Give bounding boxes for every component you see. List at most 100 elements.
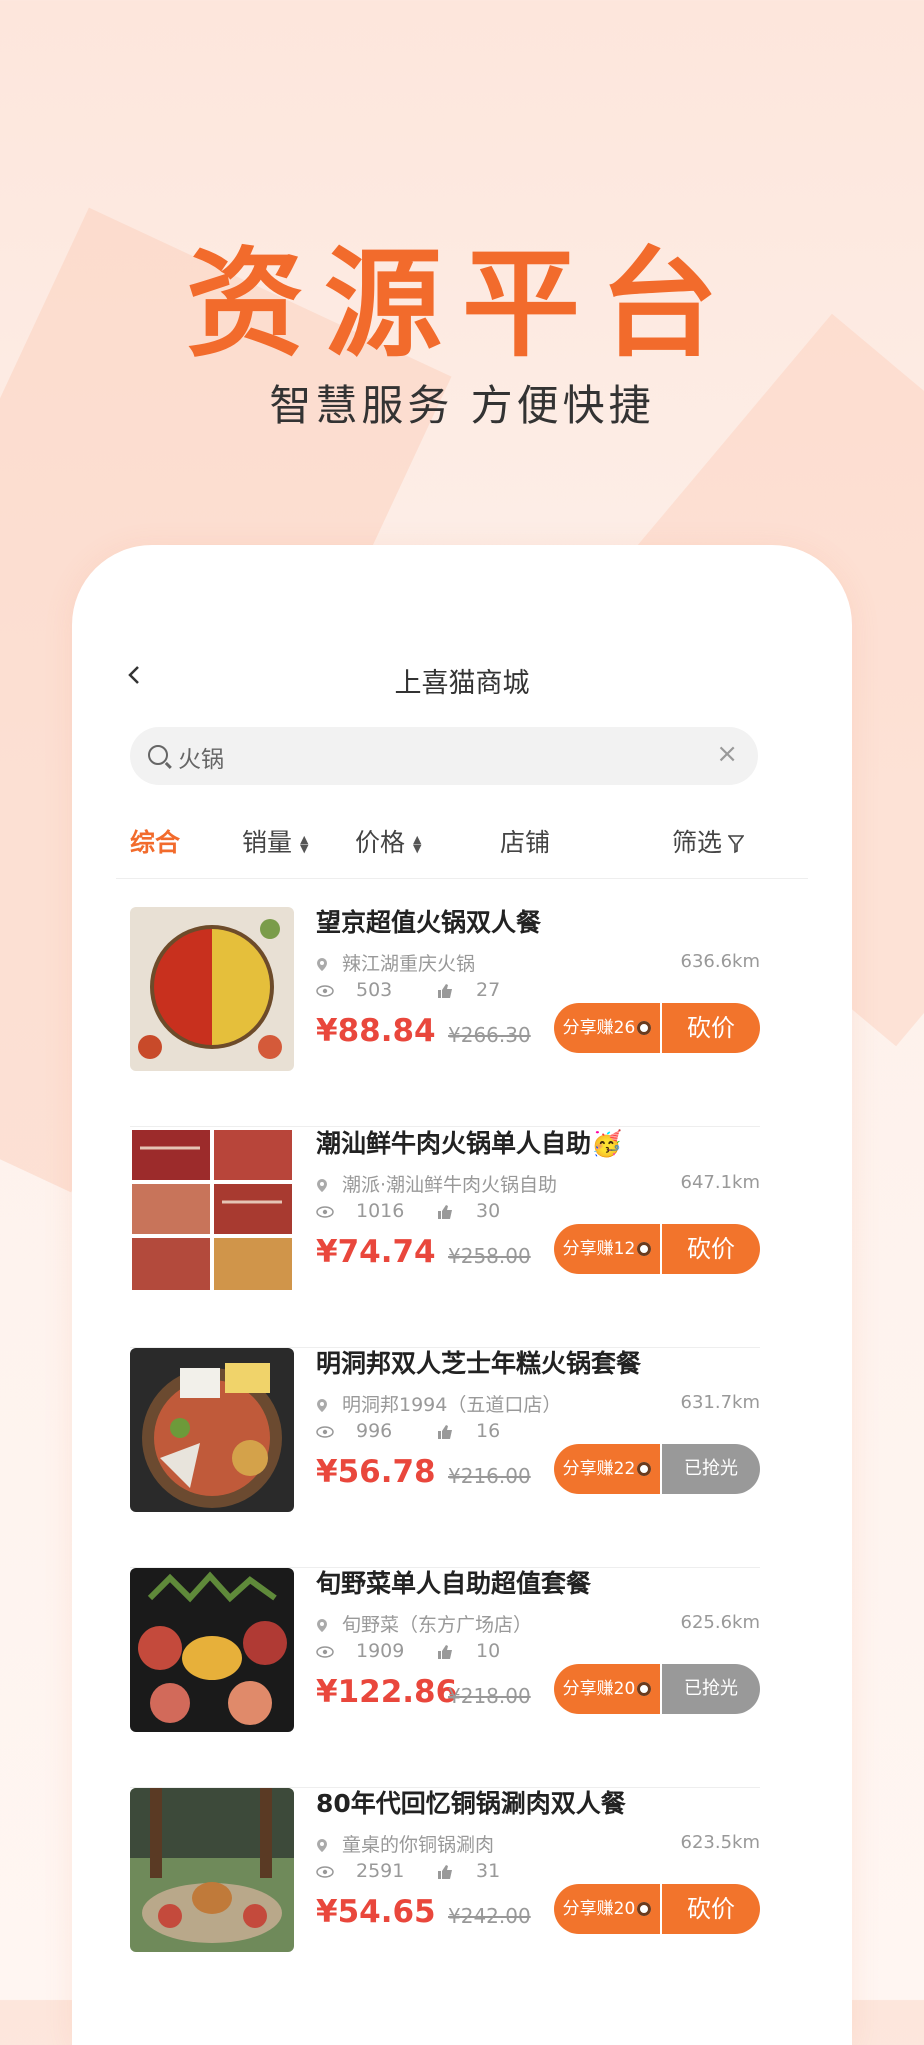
product-name: 明洞邦双人芝士年糕火锅套餐 [316,1349,642,1378]
page-title: 上喜猫商城 [394,668,530,699]
stats-row: 1909 10 [316,1640,500,1662]
share-earn-button[interactable]: 分享赚22 [554,1444,660,1494]
original-price: ¥218.00 [448,1684,531,1708]
shop-row: 明洞邦1994（五道口店） [316,1390,561,1417]
distance: 623.5km [680,1832,761,1853]
action-buttons: 分享赚20 砍价 [554,1884,760,1934]
location-pin-icon [317,1398,327,1412]
shop-row: 旬野菜（东方广场店） [316,1610,532,1637]
like-count: 10 [476,1640,501,1662]
thumbs-up-icon [438,1644,452,1659]
distance: 625.6km [680,1612,761,1633]
buffet-image [130,1568,294,1732]
product-item[interactable]: 80年代回忆铜锅涮肉双人餐 童桌的你铜锅涮肉 623.5km 2591 31 ¥5… [130,1788,760,2008]
product-image [130,1788,294,1952]
product-image [130,1348,294,1512]
coin-icon [637,1242,652,1256]
price: ¥88.84 [316,1013,436,1049]
shop-name: 童桌的你铜锅涮肉 [342,1834,495,1856]
thumbs-up-icon [438,983,452,998]
product-name: 潮汕鲜牛肉火锅单人自助🥳 [316,1129,623,1158]
phone-screen-card: 上喜猫商城 火锅 × 综合 销量 ▲ ▼ 价格 ▲ ▼ 店铺 筛选 望京超值火锅双人餐 … [72,545,852,2045]
location-pin-icon [317,957,327,971]
product-item[interactable]: 旬野菜单人自助超值套餐 旬野菜（东方广场店） 625.6km 1909 10 ¥1… [130,1568,760,1788]
bargain-button[interactable]: 砍价 [662,1224,760,1274]
location-pin-icon [317,1618,327,1632]
action-buttons: 分享赚22 已抢光 [554,1444,760,1494]
coin-icon [637,1462,652,1476]
action-buttons: 分享赚20 已抢光 [554,1664,760,1714]
share-earn-button[interactable]: 分享赚20 [554,1664,660,1714]
coin-icon [637,1682,652,1696]
hero-subtitle: 智慧服务 方便快捷 [269,381,655,430]
eye-icon [316,984,334,997]
search-input[interactable]: 火锅 [178,740,224,774]
divider [116,878,808,879]
stats-row: 1016 30 [316,1200,500,1222]
share-earn-button[interactable]: 分享赚26 [554,1003,660,1053]
search-bar[interactable]: 火锅 × [130,727,758,785]
product-item[interactable]: 望京超值火锅双人餐 辣江湖重庆火锅 636.6km 503 27 ¥88.84 ¥… [130,907,760,1127]
filter-sales[interactable]: 销量 ▲ ▼ [242,823,308,859]
filter-store[interactable]: 店铺 [500,823,550,859]
sort-arrows-icon: ▲ ▼ [300,833,309,855]
price: ¥122.86 [316,1674,458,1710]
sort-arrows-icon: ▲ ▼ [413,833,422,855]
bargain-button[interactable]: 砍价 [662,1003,760,1053]
product-item[interactable]: 潮汕鲜牛肉火锅单人自助🥳 潮派·潮汕鲜牛肉火锅自助 647.1km 1016 30… [130,1128,760,1348]
sold-out-button[interactable]: 已抢光 [662,1664,760,1714]
eye-icon [316,1425,334,1438]
like-count: 16 [476,1420,501,1442]
stats-row: 2591 31 [316,1860,500,1882]
distance: 636.6km [680,951,761,972]
view-count: 1016 [356,1200,405,1222]
shop-row: 童桌的你铜锅涮肉 [316,1830,494,1857]
hotpot-image [130,907,294,1071]
sold-out-button[interactable]: 已抢光 [662,1444,760,1494]
filter-screen[interactable]: 筛选 [672,823,745,859]
cheese-hotpot-image [130,1348,294,1512]
thumbs-up-icon [438,1204,452,1219]
original-price: ¥258.00 [448,1244,531,1268]
nav-bar: 上喜猫商城 [72,655,852,715]
coin-icon [637,1021,652,1035]
distance: 647.1km [680,1172,761,1193]
distance: 631.7km [680,1392,761,1413]
shop-name: 潮派·潮汕鲜牛肉火锅自助 [342,1174,558,1196]
beef-platter-image [130,1128,294,1292]
view-count: 1909 [356,1640,405,1662]
copper-pot-image [130,1788,294,1952]
original-price: ¥266.30 [448,1023,531,1047]
share-earn-button[interactable]: 分享赚12 [554,1224,660,1274]
shop-name: 辣江湖重庆火锅 [342,953,476,975]
search-icon [148,745,168,765]
bargain-button[interactable]: 砍价 [662,1884,760,1934]
stats-row: 503 27 [316,979,500,1001]
shop-name: 旬野菜（东方广场店） [342,1614,533,1636]
filter-comprehensive[interactable]: 综合 [130,823,180,859]
share-earn-button[interactable]: 分享赚20 [554,1884,660,1934]
location-pin-icon [317,1178,327,1192]
thumbs-up-icon [438,1864,452,1879]
like-count: 30 [476,1200,501,1222]
shop-name: 明洞邦1994（五道口店） [342,1394,562,1416]
product-image [130,1128,294,1292]
filter-bar: 综合 销量 ▲ ▼ 价格 ▲ ▼ 店铺 筛选 [72,815,852,865]
product-name: 望京超值火锅双人餐 [316,908,542,937]
funnel-icon [728,835,745,854]
eye-icon [316,1645,334,1658]
location-pin-icon [317,1838,327,1852]
original-price: ¥216.00 [448,1464,531,1488]
price: ¥54.65 [316,1894,436,1930]
shop-row: 辣江湖重庆火锅 [316,949,475,976]
product-name: 旬野菜单人自助超值套餐 [316,1569,592,1598]
product-item[interactable]: 明洞邦双人芝士年糕火锅套餐 明洞邦1994（五道口店） 631.7km 996 1… [130,1348,760,1568]
shop-row: 潮派·潮汕鲜牛肉火锅自助 [316,1170,557,1197]
thumbs-up-icon [438,1424,452,1439]
view-count: 996 [356,1420,393,1442]
action-buttons: 分享赚12 砍价 [554,1224,760,1274]
price: ¥56.78 [316,1454,436,1490]
clear-icon[interactable]: × [716,739,738,769]
original-price: ¥242.00 [448,1904,531,1928]
filter-price[interactable]: 价格 ▲ ▼ [355,823,421,859]
